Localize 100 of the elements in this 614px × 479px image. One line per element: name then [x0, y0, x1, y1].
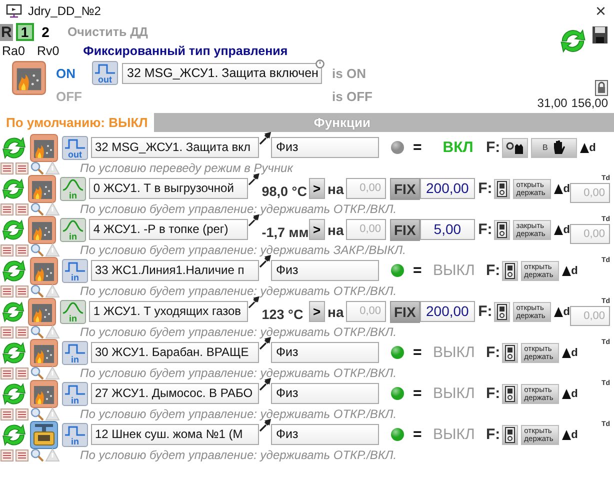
pin-icon[interactable] [248, 173, 260, 186]
close-button[interactable]: × [593, 2, 608, 20]
condition-text: По условию будет управление: удерживать ОТКР./ВКЛ. [80, 325, 397, 339]
document-icon[interactable] [15, 408, 29, 420]
pin-icon[interactable] [259, 419, 271, 432]
search-icon[interactable] [30, 407, 44, 421]
function-label: F: [486, 426, 500, 443]
setpoint-field[interactable]: 5,00 [420, 219, 476, 240]
furnace-icon[interactable] [12, 61, 46, 95]
warning-icon[interactable] [45, 366, 60, 380]
lock-icon[interactable] [595, 80, 608, 96]
document-icon[interactable] [15, 244, 29, 256]
search-icon[interactable] [30, 366, 44, 380]
switch-button[interactable] [502, 384, 518, 404]
condition-text: По условию переведу режим в Ручник [80, 161, 293, 175]
document-icon[interactable] [15, 202, 29, 216]
hand-icon [552, 140, 566, 155]
document-icon[interactable] [0, 408, 14, 420]
mode-field[interactable]: Физ [271, 260, 379, 281]
machine-icon[interactable] [30, 420, 58, 448]
signal-name-field[interactable]: 30 ЖСУ1. Барабан. ВРАЩЕ [91, 342, 259, 363]
signal-name-field[interactable]: 0 ЖСУ1. Т в выгрузочной [89, 178, 248, 199]
fix-button[interactable]: FIX [390, 300, 420, 322]
delta-button[interactable]: d [562, 260, 578, 280]
hand-mode-button[interactable]: B [531, 138, 578, 158]
search-icon[interactable] [30, 325, 44, 339]
search-icon[interactable] [30, 202, 44, 216]
delta-button[interactable]: d [554, 178, 570, 198]
switch-button[interactable] [494, 220, 510, 240]
source-field[interactable]: 32 MSG_ЖСУ1. Защита включен [122, 62, 322, 84]
search-icon[interactable] [30, 284, 44, 298]
warning-icon[interactable] [45, 161, 60, 175]
save-icon[interactable] [592, 26, 608, 44]
mode-field[interactable]: Физ [271, 424, 379, 445]
register-selector[interactable]: 1 [16, 23, 34, 41]
mode-field[interactable]: Физ [271, 137, 379, 158]
delta-button[interactable]: d [562, 424, 578, 444]
document-icon[interactable] [15, 326, 29, 338]
fix-button[interactable]: FIX [390, 218, 420, 240]
signal-name-field[interactable]: 1 ЖСУ1. Т уходящих газов [89, 301, 248, 322]
fix-button[interactable]: FIX [390, 178, 420, 200]
pin-icon[interactable] [259, 378, 271, 391]
document-icon[interactable] [0, 448, 14, 462]
warning-icon[interactable] [45, 325, 60, 339]
document-icon[interactable] [15, 284, 29, 298]
pin-icon[interactable] [259, 337, 271, 350]
arrow-button[interactable]: > [308, 178, 325, 199]
warning-icon[interactable] [45, 202, 60, 216]
switch-button[interactable] [502, 342, 518, 362]
signal-name-field[interactable]: 12 Шнек суш. жома №1 (М [91, 424, 259, 445]
furnace-icon[interactable] [30, 256, 58, 284]
pin-icon[interactable] [248, 296, 260, 309]
signal-name-field[interactable]: 27 ЖСУ1. Дымосос. В РАБО [91, 383, 259, 404]
setpoint-field[interactable]: 200,00 [420, 301, 476, 322]
timer-icon[interactable] [315, 58, 325, 68]
delta-button[interactable]: d [554, 220, 570, 240]
furnace-icon[interactable] [30, 338, 58, 366]
setpoint-field[interactable]: 200,00 [420, 178, 476, 199]
delta-button[interactable]: d [562, 342, 578, 362]
warning-icon[interactable] [45, 448, 60, 462]
arrow-button[interactable]: > [308, 219, 325, 240]
register-selector[interactable]: 2 [36, 23, 54, 41]
search-icon[interactable] [30, 161, 44, 175]
furnace-icon[interactable] [28, 298, 56, 326]
switch-button[interactable] [502, 424, 518, 444]
delta-button[interactable]: d [580, 138, 596, 158]
mode-field[interactable]: Физ [271, 383, 379, 404]
search-icon[interactable] [30, 243, 44, 257]
delta-button[interactable]: d [562, 384, 578, 404]
document-icon[interactable] [0, 326, 14, 338]
document-icon[interactable] [15, 366, 29, 380]
signal-name-field[interactable]: 4 ЖСУ1. -Р в топке (рег) [89, 219, 248, 240]
arrow-button[interactable]: > [308, 301, 325, 322]
switch-button[interactable] [502, 260, 518, 280]
warning-icon[interactable] [45, 284, 60, 298]
delta-button[interactable]: d [554, 302, 570, 322]
warning-icon[interactable] [45, 243, 60, 257]
switch-button[interactable] [494, 178, 510, 198]
document-icon[interactable] [0, 162, 14, 174]
furnace-icon[interactable] [30, 134, 58, 162]
search-icon[interactable] [30, 448, 44, 462]
signal-name-field[interactable]: 33 ЖС1.Линия1.Наличие п [91, 260, 259, 281]
document-icon[interactable] [15, 448, 29, 462]
document-icon[interactable] [0, 244, 14, 256]
document-icon[interactable] [0, 284, 14, 298]
mode-field[interactable]: Физ [271, 342, 379, 363]
furnace-icon[interactable] [28, 174, 56, 202]
document-icon[interactable] [0, 202, 14, 216]
furnace-icon[interactable] [28, 216, 56, 244]
switch-button[interactable] [494, 302, 510, 322]
pin-icon[interactable] [259, 132, 271, 145]
pin-icon[interactable] [248, 214, 260, 227]
furnace-icon[interactable] [30, 380, 58, 408]
warning-icon[interactable] [45, 407, 60, 421]
gear-hand-button[interactable] [502, 138, 528, 158]
pin-icon[interactable] [259, 255, 271, 268]
switch-icon [505, 386, 516, 402]
signal-name-field[interactable]: 32 MSG_ЖСУ1. Защита вкл [91, 137, 259, 158]
document-icon[interactable] [15, 162, 29, 174]
document-icon[interactable] [0, 366, 14, 380]
